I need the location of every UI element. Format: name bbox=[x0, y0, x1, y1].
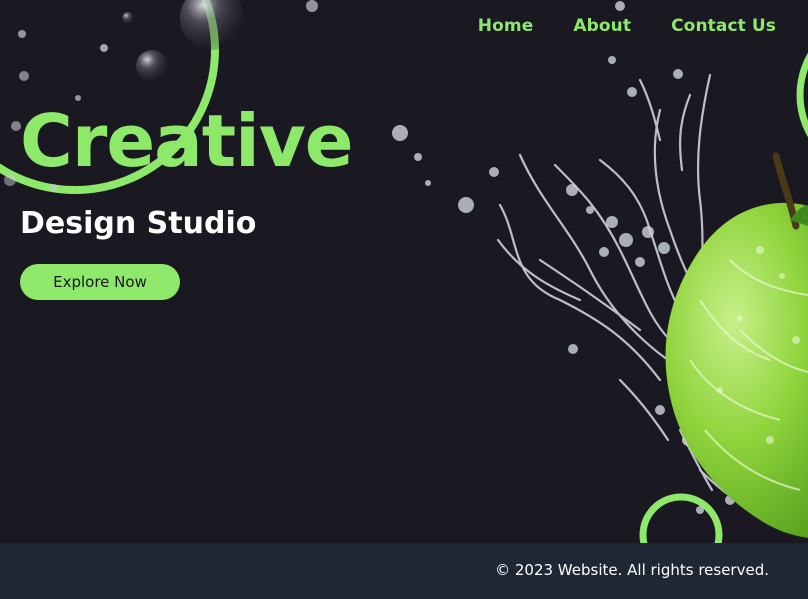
nav-link-contact-us[interactable]: Contact Us bbox=[671, 16, 776, 36]
decorative-ring-right bbox=[796, 52, 808, 138]
footer: © 2023 Website. All rights reserved. bbox=[0, 543, 808, 599]
hero-title: Creative bbox=[20, 99, 354, 183]
explore-now-button[interactable]: Explore Now bbox=[20, 264, 180, 300]
green-apple bbox=[665, 152, 808, 538]
water-droplets bbox=[392, 1, 735, 514]
decorative-ring-small bbox=[639, 493, 723, 543]
landing-page: Home About Contact Us Creative Design St… bbox=[0, 0, 808, 599]
hero-subtitle: Design Studio bbox=[20, 206, 257, 241]
main-nav: Home About Contact Us bbox=[438, 16, 776, 36]
footer-copyright: © 2023 Website. All rights reserved. bbox=[495, 561, 769, 579]
nav-link-about[interactable]: About bbox=[573, 16, 631, 36]
nav-link-home[interactable]: Home bbox=[478, 16, 534, 36]
